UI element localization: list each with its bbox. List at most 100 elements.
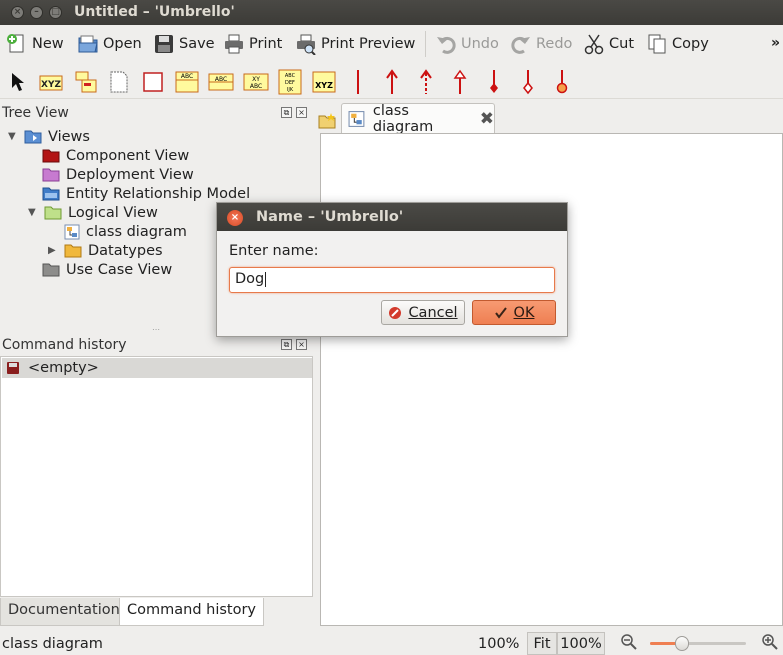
interface-tool-icon[interactable]: ABC: [208, 69, 234, 95]
maximize-window-icon[interactable]: □: [49, 6, 62, 19]
float-panel-icon[interactable]: ⧉: [281, 107, 292, 118]
close-panel-icon[interactable]: ×: [296, 107, 307, 118]
component-folder-icon: [42, 149, 60, 163]
svg-text:XYZ: XYZ: [315, 81, 333, 90]
composition-tool-icon[interactable]: [481, 69, 507, 95]
dependency-tool-icon[interactable]: [413, 69, 439, 95]
package-tool-icon[interactable]: [73, 69, 99, 95]
minimize-window-icon[interactable]: –: [30, 6, 43, 19]
select-arrow-icon[interactable]: [5, 69, 31, 95]
zoom-in-icon[interactable]: [762, 634, 778, 654]
printer-icon: [225, 34, 243, 54]
panel-splitter-handle[interactable]: ⋯: [152, 325, 160, 334]
expanded-arrow-icon[interactable]: ▼: [28, 207, 38, 218]
status-bar: class diagram 100% Fit 100%: [0, 630, 783, 655]
tree-item-label: Entity Relationship Model: [66, 185, 251, 202]
status-text: class diagram: [2, 636, 103, 652]
close-panel-icon[interactable]: ×: [296, 339, 307, 350]
command-history-title: Command history: [2, 337, 127, 353]
close-tab-icon[interactable]: ✖: [480, 109, 494, 129]
open-button[interactable]: Open: [77, 32, 142, 56]
deployment-folder-icon: [42, 168, 60, 182]
dialog-title: Name – 'Umbrello': [256, 209, 404, 225]
directed-association-tool-icon[interactable]: [379, 69, 405, 95]
enum-tool-icon[interactable]: ABC DEF IJK: [277, 69, 303, 95]
print-button[interactable]: Print: [223, 32, 282, 56]
tree-item-label: Views: [48, 128, 90, 145]
zoom-100-button[interactable]: 100%: [557, 632, 605, 655]
name-input[interactable]: Dog: [229, 267, 555, 293]
window-titlebar: × – □ Untitled – 'Umbrello': [0, 0, 783, 25]
note-tool-icon[interactable]: [106, 69, 132, 95]
ok-button[interactable]: OK: [472, 300, 556, 325]
logical-folder-icon: [44, 206, 62, 220]
text-cursor: [265, 271, 267, 287]
expanded-arrow-icon[interactable]: ▼: [8, 131, 18, 142]
new-diagram-icon[interactable]: [318, 112, 338, 134]
save-button[interactable]: Save: [153, 32, 215, 56]
window-title: Untitled – 'Umbrello': [74, 4, 235, 20]
cancel-button[interactable]: Cancel: [381, 300, 465, 325]
redo-button[interactable]: Redo: [510, 32, 572, 56]
zoom-readout: 100%: [478, 636, 520, 652]
print-button-label: Print: [249, 36, 283, 52]
tree-item-datatypes[interactable]: ▶ Datatypes: [48, 241, 163, 260]
zoom-slider[interactable]: [650, 636, 746, 651]
save-disk-icon: [155, 35, 173, 53]
new-button[interactable]: New: [6, 32, 64, 56]
redo-button-label: Redo: [536, 36, 573, 52]
svg-text:ABC: ABC: [215, 76, 227, 83]
command-history-list: <empty>: [0, 356, 313, 597]
entity-tool-icon[interactable]: XYZ: [311, 69, 337, 95]
svg-text:IJK: IJK: [287, 87, 294, 93]
name-dialog: × Name – 'Umbrello' Enter name: Dog Canc…: [216, 202, 568, 337]
tree-item-use-case-view[interactable]: Use Case View: [42, 260, 172, 279]
tab-command-history[interactable]: Command history: [119, 598, 265, 626]
print-preview-button[interactable]: Print Preview: [295, 32, 415, 56]
copy-button[interactable]: Copy: [646, 32, 709, 56]
tree-item-logical-view[interactable]: ▼ Logical View: [28, 203, 158, 222]
zoom-out-icon[interactable]: [621, 634, 637, 654]
save-disk-icon: [7, 362, 19, 374]
svg-text:DEF: DEF: [285, 80, 295, 86]
tree-item-label: Logical View: [68, 204, 158, 221]
toolbar-separator: [425, 31, 426, 57]
cut-button[interactable]: Cut: [583, 32, 634, 56]
new-button-label: New: [32, 36, 64, 52]
text-tool-icon[interactable]: ABC: [174, 69, 200, 95]
views-folder-icon: [24, 130, 42, 144]
float-panel-icon[interactable]: ⧉: [281, 339, 292, 350]
generalization-tool-icon[interactable]: [447, 69, 473, 95]
tree-item-class-diagram[interactable]: class diagram: [64, 222, 187, 241]
datatype-tool-icon[interactable]: XY ABC: [243, 69, 269, 95]
list-item[interactable]: <empty>: [2, 358, 312, 378]
close-icon[interactable]: ×: [227, 210, 243, 226]
print-preview-button-label: Print Preview: [321, 36, 416, 52]
svg-text:XY: XY: [252, 76, 260, 83]
tree-view-panel-buttons: ⧉ ×: [281, 107, 307, 118]
collapsed-arrow-icon[interactable]: ▶: [48, 245, 58, 256]
cancel-icon: [389, 306, 402, 319]
toolbar-overflow-button[interactable]: »: [771, 35, 780, 51]
tree-item-deployment-view[interactable]: Deployment View: [42, 165, 194, 184]
scissors-icon: [584, 34, 604, 55]
fit-button[interactable]: Fit: [527, 632, 557, 655]
tab-class-diagram[interactable]: class diagram ✖: [341, 103, 495, 135]
class-diagram-icon: [348, 110, 365, 127]
containment-tool-icon[interactable]: [549, 69, 575, 95]
undo-button[interactable]: Undo: [435, 32, 499, 56]
zoom-slider-handle[interactable]: [674, 636, 689, 651]
tree-item-component-view[interactable]: Component View: [42, 146, 189, 165]
ok-button-label: OK: [513, 304, 535, 321]
tree-item-entity-relationship-model[interactable]: Entity Relationship Model: [42, 184, 250, 203]
tree-item-views[interactable]: ▼ Views: [8, 127, 90, 146]
close-window-icon[interactable]: ×: [11, 6, 24, 19]
association-tool-icon[interactable]: [345, 69, 371, 95]
list-item-label: <empty>: [28, 360, 99, 376]
tab-documentation[interactable]: Documentation: [0, 598, 128, 626]
aggregation-tool-icon[interactable]: [515, 69, 541, 95]
tree-view-header: Tree View ⧉ ×: [2, 105, 312, 123]
use-case-folder-icon: [42, 263, 60, 277]
box-tool-icon[interactable]: [140, 69, 166, 95]
class-tool-icon[interactable]: XYZ: [38, 69, 64, 95]
